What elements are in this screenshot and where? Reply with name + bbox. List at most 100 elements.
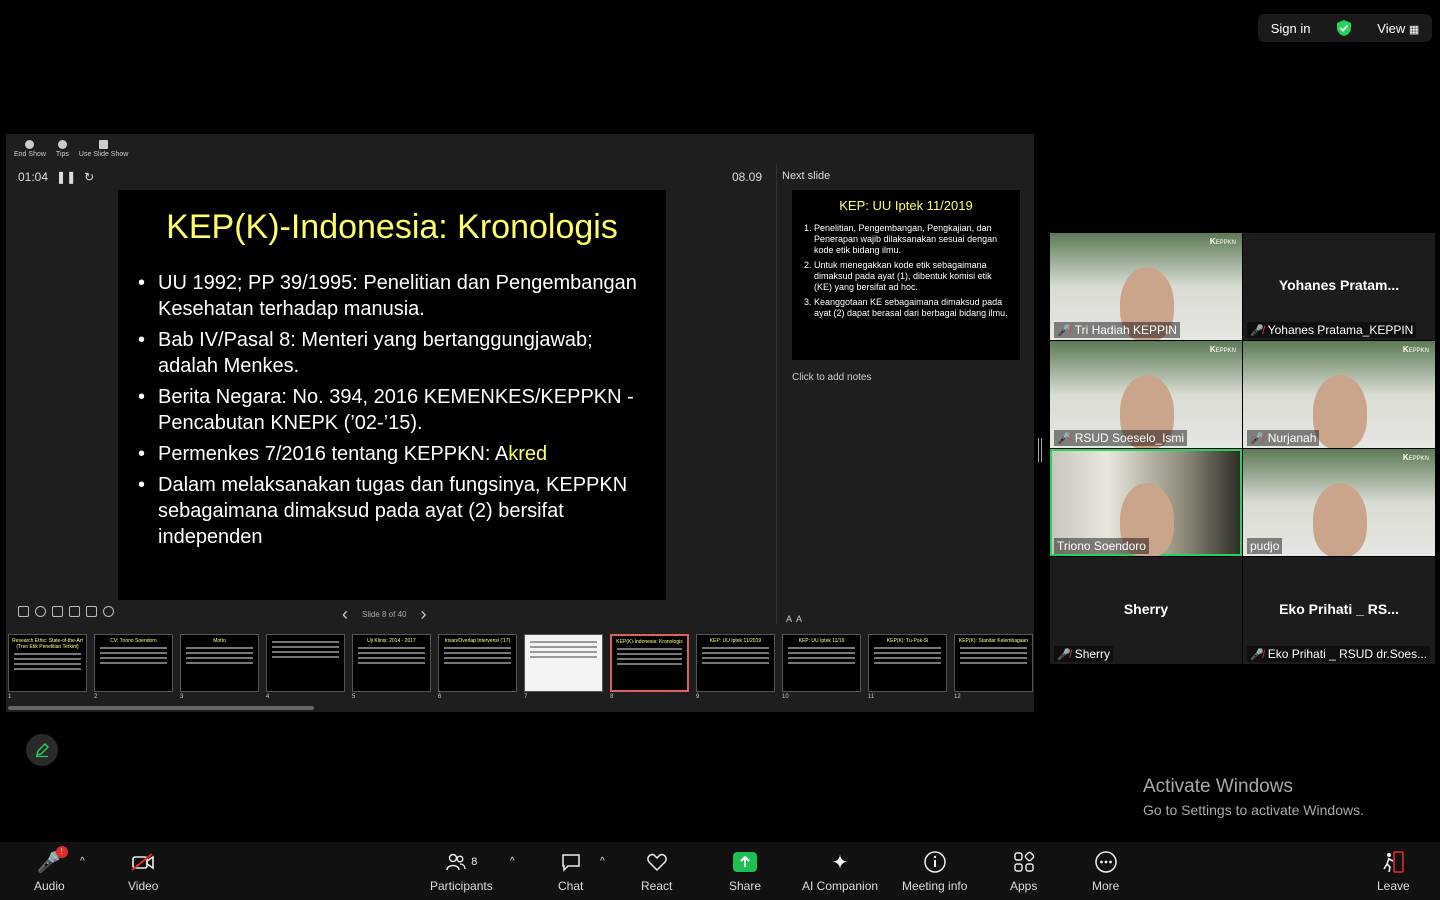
thumbnail-number: 12 — [954, 694, 961, 700]
participant-display-name: Eko Prihati _ RS... — [1279, 601, 1399, 617]
sparkle-icon: ✦ — [831, 851, 849, 874]
leave-button[interactable]: Leave — [1377, 850, 1410, 893]
gallery-resize-handle[interactable] — [1038, 438, 1042, 462]
thumbnail-title: KEP: UU Iptek 11/2019 — [709, 638, 762, 644]
sign-in-button[interactable]: Sign in — [1271, 21, 1311, 36]
thumbnail-number: 10 — [782, 694, 789, 700]
participant-name-label: 🎤̸ Tri Hadiah KEPPIN — [1054, 322, 1180, 338]
slide-thumbnails: Research Ethic: State-of-the-Art (Tren E… — [6, 634, 1034, 704]
annotation-tools — [18, 606, 114, 617]
thumbnail-image — [266, 634, 345, 692]
participant-tile[interactable]: KEPPKN 🎤̸ RSUD Soeselo_Ismi — [1050, 341, 1242, 448]
meeting-info-button[interactable]: Meeting info — [902, 850, 967, 893]
pane-divider[interactable] — [776, 164, 777, 624]
apps-icon — [1012, 850, 1036, 874]
slide-thumbnail[interactable]: Motto 3 — [180, 634, 259, 700]
tips-button[interactable]: Tips — [56, 140, 69, 158]
pen-icon[interactable] — [18, 606, 29, 617]
slide-bullets: UU 1992; PP 39/1995: Penelitian dan Peng… — [136, 270, 652, 555]
thumbnail-scrollbar[interactable] — [8, 706, 314, 710]
audio-options-caret[interactable]: ^ — [80, 856, 85, 867]
thumbnail-number: 11 — [868, 694, 875, 700]
participant-tile[interactable]: Sherry 🎤̸ Sherry — [1050, 557, 1242, 664]
increase-font-icon[interactable]: A — [786, 614, 796, 624]
slide-bullet: Berita Negara: No. 394, 2016 KEMENKES/KE… — [136, 384, 652, 436]
more-options-icon[interactable] — [103, 606, 114, 617]
participant-tile[interactable]: Eko Prihati _ RS... 🎤̸ Eko Prihati _ RSUD … — [1243, 557, 1435, 664]
slide-counter: Slide 8 of 40 — [362, 610, 407, 619]
slide-thumbnail[interactable]: Research Ethic: State-of-the-Art (Tren E… — [8, 634, 87, 700]
thumbnail-title: KEP(K)-Indonesia: Kronologis — [616, 639, 683, 645]
participant-tile[interactable]: Triono Soendoro — [1050, 449, 1242, 556]
thumbnail-image: KEP: UU Iptek 11/19 — [782, 634, 861, 692]
view-button[interactable]: View ▦ — [1377, 21, 1419, 36]
participants-icon: 8 — [445, 850, 477, 874]
thumbnail-title: KEP: UU Iptek 11/19 — [798, 638, 845, 644]
participant-tile[interactable]: KEPPKN pudjo — [1243, 449, 1435, 556]
slide-thumbnail[interactable]: KEP(K): Standar Kelembagaan 12 — [954, 634, 1033, 700]
heart-icon — [646, 850, 668, 874]
chat-icon — [560, 850, 582, 874]
thumbnail-number: 2 — [94, 694, 98, 700]
slide-thumbnail[interactable]: Irisan/Overlap Intervensi ('17) 6 — [438, 634, 517, 700]
slide-thumbnail[interactable]: KEP(K): Tu-Pok-Si 11 — [868, 634, 947, 700]
keppkn-logo: KEPPKN — [1209, 237, 1236, 246]
decrease-font-icon[interactable]: A — [796, 614, 806, 624]
annotate-pencil-button[interactable] — [26, 734, 58, 766]
info-circle-icon — [923, 850, 947, 874]
slide-thumbnail[interactable]: 4 — [266, 634, 345, 700]
participant-tile[interactable]: Yohanes Pratam... 🎤̸ Yohanes Pratama_KEPPI… — [1243, 233, 1435, 340]
chat-options-caret[interactable]: ^ — [600, 856, 605, 867]
thumbnail-image — [524, 634, 603, 692]
close-icon — [25, 140, 35, 149]
slide-thumbnail[interactable]: KEP(K)-Indonesia: Kronologis 8 — [610, 634, 689, 700]
presentation-timer: 01:04 ❚❚ ↻ — [18, 170, 94, 184]
zoom-icon[interactable] — [35, 606, 46, 617]
pointer-icon[interactable] — [52, 606, 63, 617]
slideshow-icon — [99, 140, 109, 149]
info-icon — [57, 140, 67, 149]
thumbnail-number: 8 — [610, 694, 614, 700]
shield-check-icon — [1336, 20, 1351, 36]
thumbnail-number: 7 — [524, 694, 528, 700]
slide-thumbnail[interactable]: 7 — [524, 634, 603, 700]
end-show-button[interactable]: End Show — [14, 140, 46, 158]
participant-name-label: 🎤̸ Nurjanah — [1247, 430, 1320, 446]
reset-icon[interactable]: ↻ — [84, 170, 94, 184]
chat-button[interactable]: Chat — [558, 850, 583, 893]
more-button[interactable]: More — [1092, 850, 1119, 893]
thumbnail-image: KEP(K)-Indonesia: Kronologis — [610, 634, 689, 692]
activate-windows-watermark: Activate Windows Go to Settings to activ… — [1143, 776, 1364, 818]
participants-button[interactable]: 8 Participants — [430, 850, 493, 893]
slide-thumbnail[interactable]: CV: Triono Soendoro 2 — [94, 634, 173, 700]
video-button[interactable]: Video — [128, 850, 158, 893]
notes-area[interactable]: Click to add notes — [792, 372, 872, 383]
slide-bullet: UU 1992; PP 39/1995: Penelitian dan Peng… — [136, 270, 652, 322]
slide-thumbnail[interactable]: KEP: UU Iptek 11/2019 9 — [696, 634, 775, 700]
grid-icon: ▦ — [1408, 23, 1420, 36]
camera-icon[interactable] — [86, 606, 97, 617]
audio-button[interactable]: 🎤! Audio — [34, 846, 68, 893]
previous-slide-icon[interactable]: ‹ — [342, 604, 348, 625]
participants-options-caret[interactable]: ^ — [510, 856, 515, 867]
mic-muted-icon: 🎤̸ — [1057, 324, 1071, 337]
next-slide-icon[interactable]: › — [420, 604, 426, 625]
participant-video — [1313, 375, 1367, 448]
share-button[interactable]: Share — [729, 850, 761, 893]
clock: 08.09 — [732, 170, 763, 184]
slide-thumbnail[interactable]: KEP: UU Iptek 11/19 10 — [782, 634, 861, 700]
use-slide-show-button[interactable]: Use Slide Show — [79, 140, 128, 158]
slide-bullet: Permenkes 7/2016 tentang KEPPKN: Akred — [136, 441, 652, 467]
subtitles-icon[interactable] — [69, 606, 80, 617]
participant-name-label: 🎤̸ Eko Prihati _ RSUD dr.Soes... — [1247, 646, 1431, 662]
ai-companion-button[interactable]: ✦ AI Companion — [802, 850, 878, 894]
slide-thumbnail[interactable]: Uji Klinis: 2014 - 2017 5 — [352, 634, 431, 700]
pause-icon[interactable]: ❚❚ — [56, 170, 76, 184]
participant-tile[interactable]: KEPPKN 🎤̸ Tri Hadiah KEPPIN — [1050, 233, 1242, 340]
react-button[interactable]: React — [641, 850, 672, 893]
participant-tile[interactable]: KEPPKN 🎤̸ Nurjanah — [1243, 341, 1435, 448]
apps-button[interactable]: Apps — [1010, 850, 1037, 893]
slide-title: KEP(K)-Indonesia: Kronologis — [166, 208, 618, 246]
slide-bullet: Bab IV/Pasal 8: Menteri yang bertanggung… — [136, 327, 652, 379]
thumbnail-image: KEP: UU Iptek 11/2019 — [696, 634, 775, 692]
